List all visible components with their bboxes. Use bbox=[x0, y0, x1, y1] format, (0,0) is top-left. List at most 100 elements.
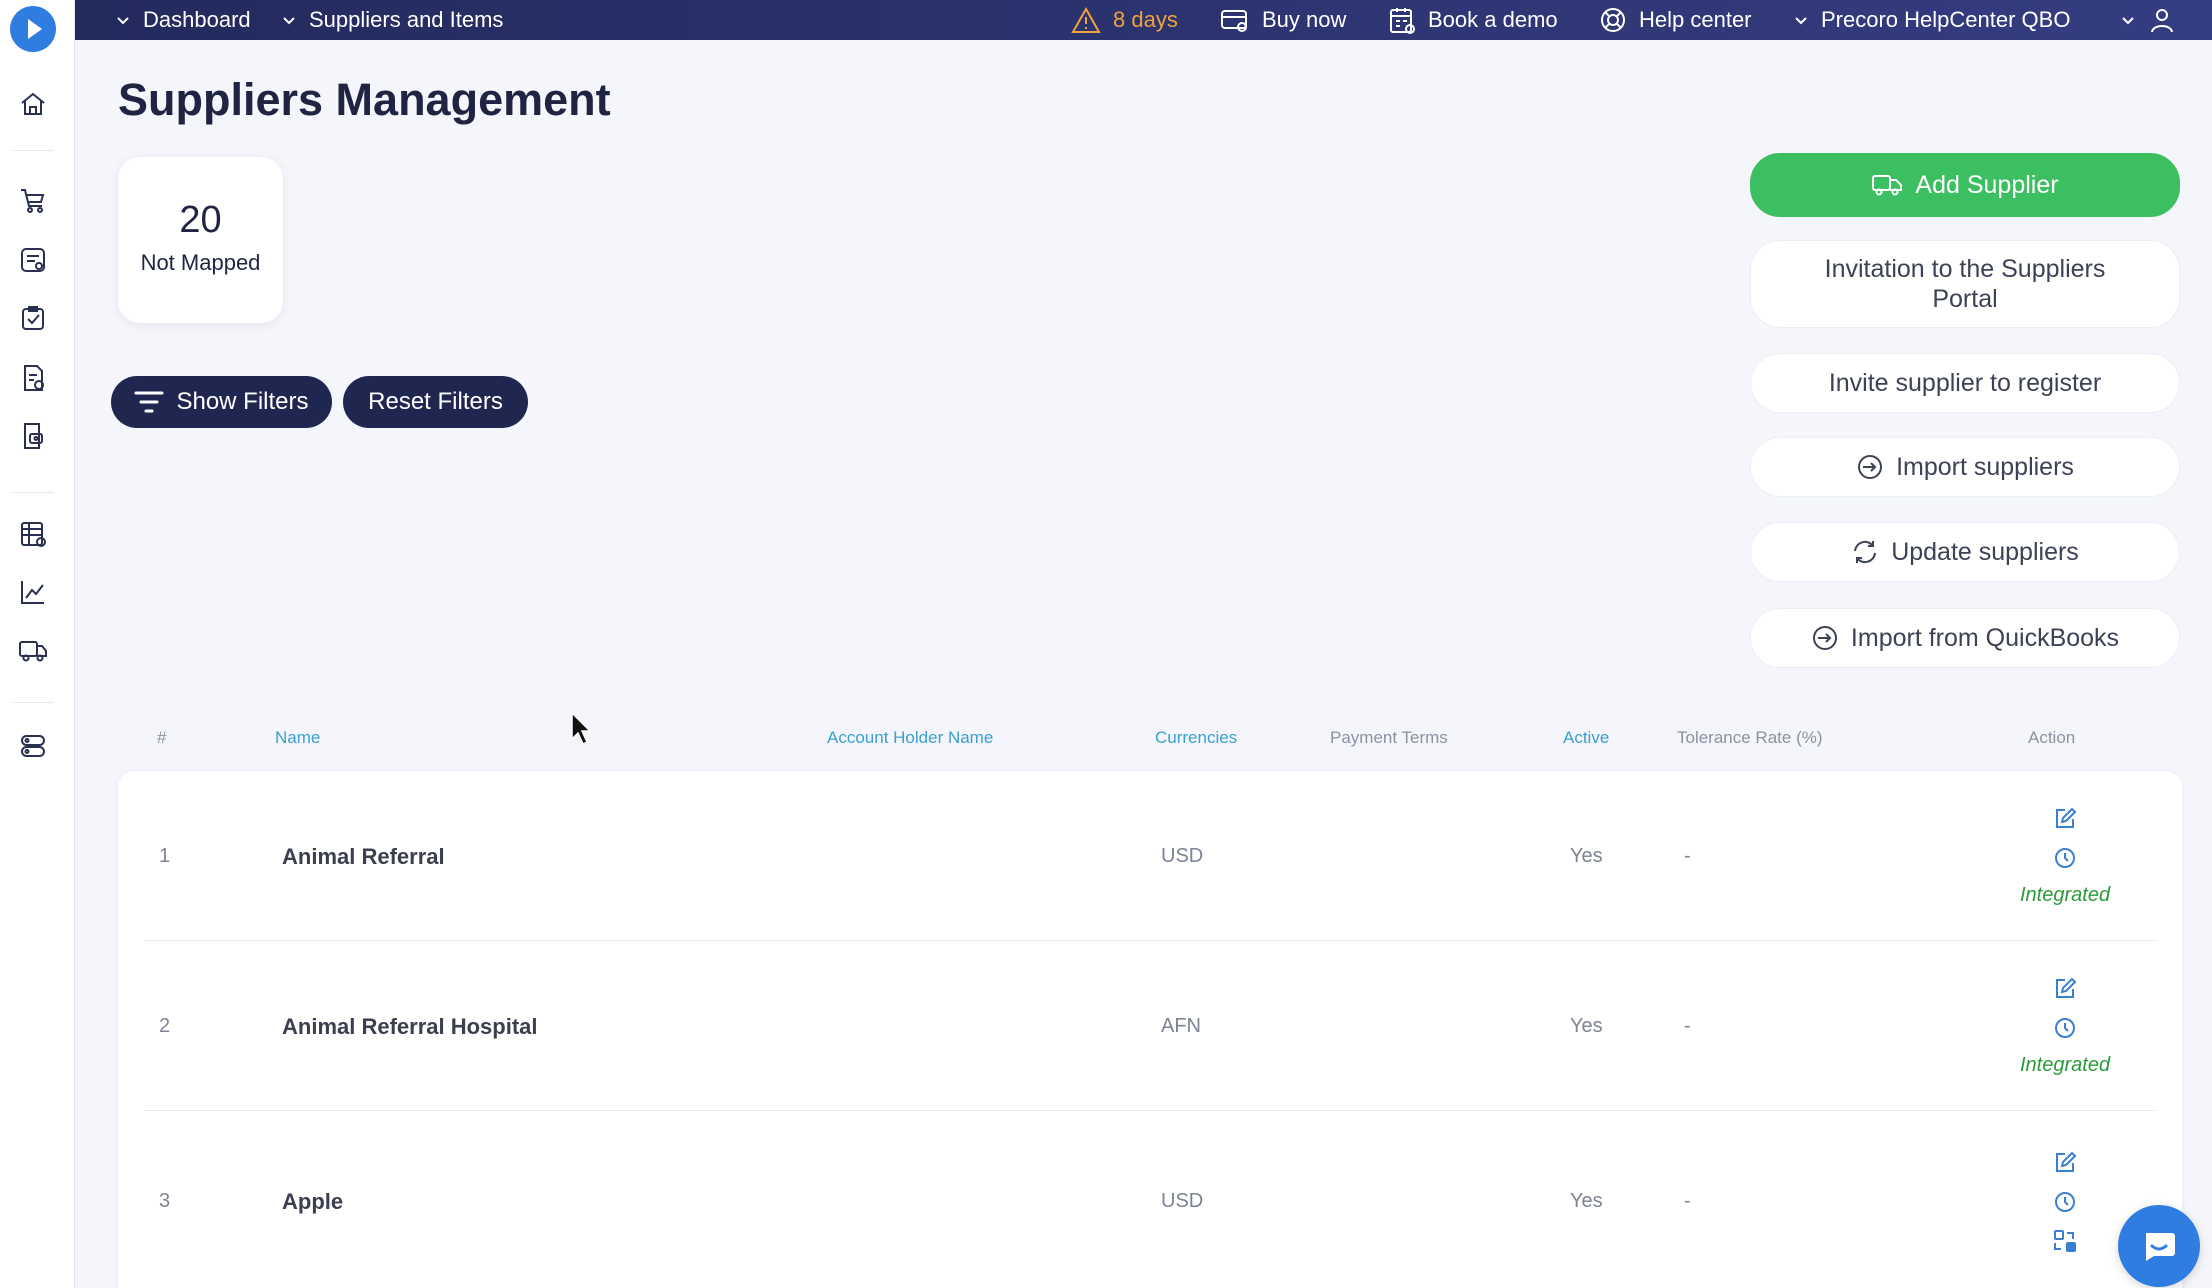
supplier-tolerance: - bbox=[1684, 1015, 1691, 1037]
import-quickbooks-button[interactable]: Import from QuickBooks bbox=[1750, 608, 2180, 668]
not-mapped-label: Not Mapped bbox=[140, 250, 261, 275]
table-row: 1 Animal Referral USD Yes - Integrated bbox=[144, 771, 2156, 941]
supplier-name[interactable]: Apple bbox=[282, 1189, 343, 1215]
suppliers-icon[interactable] bbox=[17, 634, 49, 666]
truck-icon bbox=[1872, 175, 1903, 196]
nav-dashboard[interactable]: Dashboard bbox=[115, 0, 251, 40]
mouse-cursor-icon bbox=[571, 711, 592, 746]
integration-status: Integrated bbox=[2020, 884, 2111, 906]
trial-days: 8 days bbox=[1113, 7, 1178, 32]
suppliers-table: 1 Animal Referral USD Yes - Integrated 2… bbox=[118, 771, 2182, 1288]
top-nav-bar: Dashboard Suppliers and Items 8 days Buy… bbox=[75, 0, 2212, 40]
company-switcher[interactable]: Precoro HelpCenter QBO bbox=[1793, 0, 2070, 40]
row-number: 2 bbox=[159, 1015, 171, 1037]
table-row: 2 Animal Referral Hospital AFN Yes - Int… bbox=[144, 941, 2156, 1111]
chevron-down-icon bbox=[117, 17, 129, 25]
user-menu[interactable] bbox=[2120, 0, 2176, 40]
book-demo-link[interactable]: Book a demo bbox=[1388, 0, 1558, 40]
history-icon[interactable] bbox=[2052, 1015, 2078, 1041]
chevron-down-icon bbox=[2122, 17, 2134, 25]
col-header-action: Action bbox=[2028, 728, 2076, 747]
reports-icon[interactable] bbox=[17, 576, 49, 608]
import-suppliers-button[interactable]: Import suppliers bbox=[1750, 437, 2180, 497]
update-suppliers-button[interactable]: Update suppliers bbox=[1750, 522, 2180, 582]
invite-register-button[interactable]: Invite supplier to register bbox=[1750, 353, 2180, 413]
logo-icon[interactable] bbox=[10, 6, 56, 52]
col-header-number: # bbox=[157, 728, 167, 747]
warning-icon bbox=[1071, 6, 1101, 33]
sidebar-divider bbox=[12, 702, 54, 703]
col-header-name[interactable]: Name bbox=[275, 728, 320, 748]
edit-icon[interactable] bbox=[2052, 806, 2078, 832]
supplier-tolerance: - bbox=[1684, 845, 1691, 867]
invitation-portal-button[interactable]: Invitation to the Suppliers Portal bbox=[1750, 240, 2180, 328]
settings-icon[interactable] bbox=[17, 730, 49, 762]
book-demo-label: Book a demo bbox=[1428, 7, 1558, 32]
trial-warning[interactable]: 8 days bbox=[1071, 0, 1178, 40]
show-filters-button[interactable]: Show Filters bbox=[111, 376, 332, 428]
sidebar-divider bbox=[12, 492, 54, 493]
supplier-currency: USD bbox=[1161, 1190, 1204, 1212]
refresh-icon bbox=[1854, 540, 1877, 564]
company-name: Precoro HelpCenter QBO bbox=[1821, 7, 2071, 32]
history-icon[interactable] bbox=[2052, 1189, 2078, 1215]
update-suppliers-label: Update suppliers bbox=[1891, 538, 2079, 566]
map-icon[interactable] bbox=[2052, 1228, 2078, 1254]
supplier-name[interactable]: Animal Referral Hospital bbox=[282, 1014, 538, 1040]
filter-icon bbox=[134, 391, 164, 413]
row-number: 1 bbox=[159, 845, 171, 867]
home-icon[interactable] bbox=[17, 88, 49, 120]
supplier-currency: AFN bbox=[1161, 1015, 1201, 1037]
invitation-label-line1: Invitation to the Suppliers bbox=[1824, 255, 2106, 283]
cart-icon[interactable] bbox=[17, 184, 49, 216]
lifebuoy-icon bbox=[1601, 8, 1625, 32]
table-row: 3 Apple USD Yes - bbox=[144, 1111, 2156, 1281]
not-mapped-card[interactable]: 20 Not Mapped bbox=[118, 157, 283, 323]
edit-icon[interactable] bbox=[2052, 1150, 2078, 1176]
add-supplier-label: Add Supplier bbox=[1915, 171, 2059, 199]
history-icon[interactable] bbox=[2052, 845, 2078, 871]
user-icon bbox=[2151, 9, 2173, 33]
col-header-active[interactable]: Active bbox=[1563, 728, 1609, 748]
invite-register-label: Invite supplier to register bbox=[1828, 369, 2102, 397]
sidebar-divider bbox=[12, 150, 54, 151]
row-number: 3 bbox=[159, 1190, 171, 1212]
import-icon bbox=[1858, 455, 1883, 479]
nav-suppliers-items-label: Suppliers and Items bbox=[309, 7, 504, 32]
page-title: Suppliers Management bbox=[118, 74, 611, 125]
import-suppliers-label: Import suppliers bbox=[1896, 453, 2074, 481]
buy-now-link[interactable]: Buy now bbox=[1220, 0, 1346, 40]
budget-icon[interactable] bbox=[17, 518, 49, 550]
invoice-icon[interactable] bbox=[17, 362, 49, 394]
supplier-active: Yes bbox=[1570, 845, 1603, 867]
chat-widget-button[interactable] bbox=[2118, 1205, 2200, 1287]
import-icon bbox=[1812, 626, 1837, 650]
chevron-down-icon bbox=[1795, 17, 1807, 25]
nav-suppliers-items[interactable]: Suppliers and Items bbox=[281, 0, 503, 40]
supplier-tolerance: - bbox=[1684, 1190, 1691, 1212]
chevron-down-icon bbox=[283, 17, 295, 25]
buy-now-label: Buy now bbox=[1262, 7, 1347, 32]
reset-filters-label: Reset Filters bbox=[368, 388, 503, 415]
supplier-active: Yes bbox=[1570, 1190, 1603, 1212]
col-header-payment-terms: Payment Terms bbox=[1330, 728, 1448, 747]
receipt-icon[interactable] bbox=[17, 420, 49, 452]
import-quickbooks-label: Import from QuickBooks bbox=[1850, 624, 2120, 652]
nav-dashboard-label: Dashboard bbox=[143, 7, 251, 32]
approval-icon[interactable] bbox=[17, 302, 49, 334]
not-mapped-count: 20 bbox=[179, 199, 222, 241]
invitation-label-line2: Portal bbox=[1932, 285, 1998, 313]
edit-icon[interactable] bbox=[2052, 976, 2078, 1002]
integration-status: Integrated bbox=[2020, 1054, 2111, 1076]
calendar-icon bbox=[1390, 8, 1415, 34]
supplier-currency: USD bbox=[1161, 845, 1204, 867]
supplier-name[interactable]: Animal Referral bbox=[282, 844, 445, 870]
col-header-account-holder[interactable]: Account Holder Name bbox=[827, 728, 993, 748]
help-center-link[interactable]: Help center bbox=[1599, 0, 1752, 40]
reset-filters-button[interactable]: Reset Filters bbox=[343, 376, 528, 428]
col-header-currencies[interactable]: Currencies bbox=[1155, 728, 1237, 748]
requisition-icon[interactable] bbox=[17, 244, 49, 276]
add-supplier-button[interactable]: Add Supplier bbox=[1750, 153, 2180, 217]
card-icon bbox=[1221, 10, 1247, 32]
supplier-active: Yes bbox=[1570, 1015, 1603, 1037]
